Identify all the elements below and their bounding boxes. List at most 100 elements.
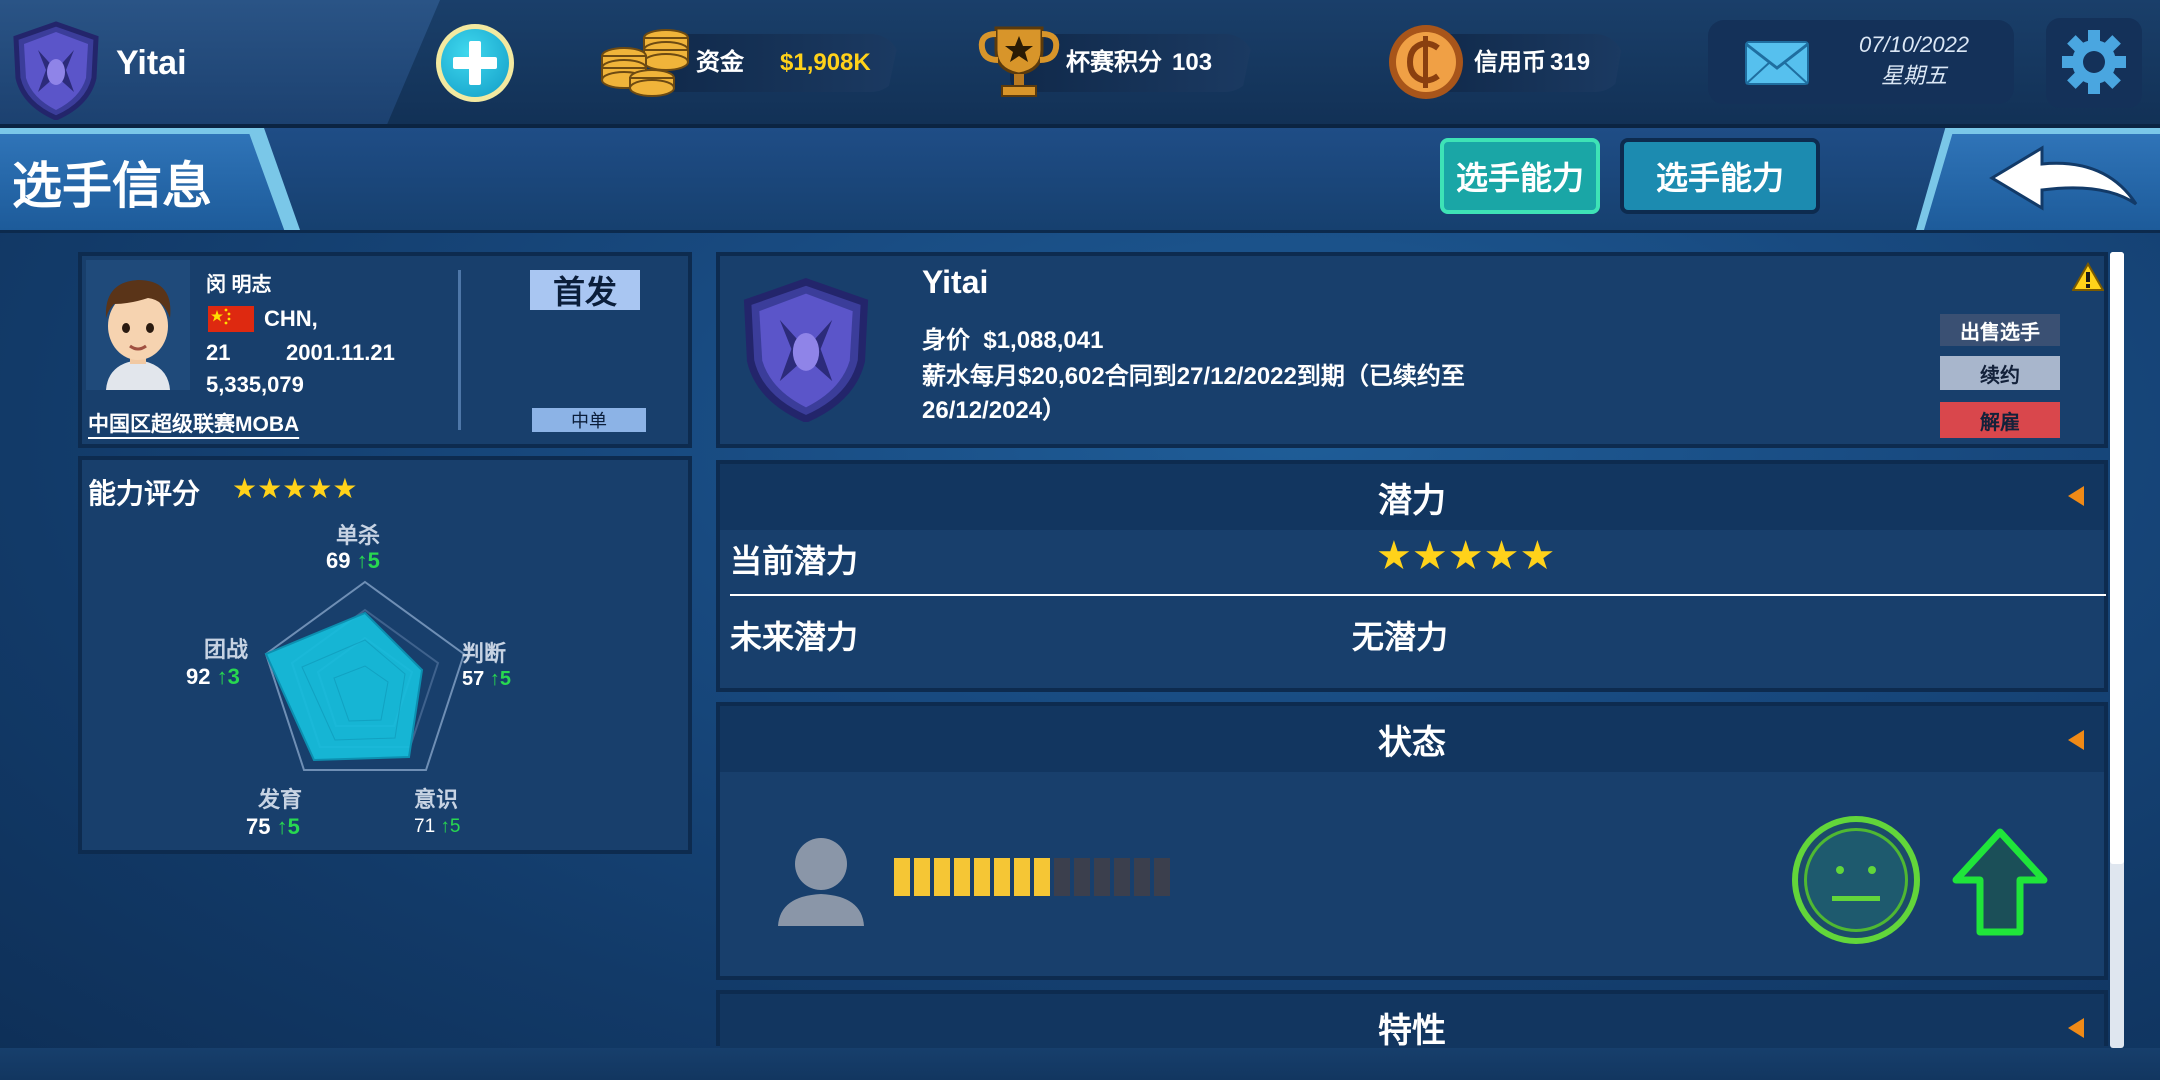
add-icon — [441, 29, 509, 97]
sell-player-button[interactable]: 出售选手 — [1940, 314, 2060, 346]
stat-solo-value: 69 — [326, 548, 351, 573]
salary-line-1: 薪水每月$20,602合同到27/12/2022到期（已续约至 — [922, 363, 1465, 390]
rating-title: 能力评分 — [88, 478, 201, 509]
energy-segment — [1094, 858, 1110, 896]
potential-collapse-icon[interactable] — [2068, 486, 2084, 506]
energy-bar — [894, 858, 1174, 896]
starter-badge: 首发 — [530, 270, 640, 310]
energy-segment — [994, 858, 1010, 896]
header-strip — [0, 128, 2160, 233]
energy-segment — [914, 858, 930, 896]
current-potential-label: 当前潜力 — [730, 543, 859, 579]
card-divider — [458, 270, 461, 430]
league-link[interactable]: 中国区超级联赛MOBA — [88, 408, 299, 438]
potential-header[interactable]: 潜力 — [720, 464, 2104, 530]
stat-teamfight-value: 92 — [186, 664, 211, 689]
energy-segment — [1054, 858, 1070, 896]
stat-farming-delta: 5 — [287, 814, 300, 839]
salary-line-2: 26/12/2024） — [922, 397, 1067, 424]
player-age: 21 — [206, 340, 231, 365]
traits-collapse-icon[interactable] — [2068, 1018, 2084, 1038]
tab-player-ability[interactable]: 选手能力 — [1620, 138, 1820, 214]
stat-solo: 69 ↑5 — [326, 548, 380, 573]
page-title: 选手信息 — [12, 158, 212, 214]
stat-judgement: 57 ↑5 — [462, 668, 511, 690]
status-header[interactable]: 状态 — [720, 706, 2104, 772]
current-potential-stars: ★★★★★ — [1376, 534, 1556, 578]
potential-divider — [730, 594, 2106, 596]
player-birthdate: 2001.11.21 — [286, 340, 395, 365]
stat-label-judgement: 判断 — [462, 641, 507, 666]
energy-segment — [954, 858, 970, 896]
energy-segment — [1114, 858, 1130, 896]
trophy-icon — [976, 22, 1062, 102]
scrollbar-thumb[interactable] — [2110, 252, 2124, 864]
future-potential-value: 无潜力 — [1352, 619, 1449, 655]
player-avatar — [86, 260, 190, 390]
stat-judgement-value: 57 — [462, 668, 485, 690]
release-button[interactable]: 解雇 — [1940, 402, 2060, 438]
person-silhouette-icon — [774, 836, 868, 926]
player-value-label: 身价 — [922, 327, 970, 354]
stat-farming-value: 75 — [246, 814, 271, 839]
player-number: 5,335,079 — [206, 372, 304, 397]
up-arrow-icon — [1950, 826, 2050, 938]
gear-icon — [2062, 30, 2126, 94]
back-button[interactable] — [1916, 128, 2160, 230]
energy-segment — [1134, 858, 1150, 896]
rating-stars: ★★★★★ — [232, 473, 358, 504]
traits-title: 特性 — [1378, 1011, 1446, 1050]
china-flag-icon — [208, 306, 254, 332]
credit-value: 319 — [1550, 49, 1591, 76]
team-shield-icon — [8, 20, 104, 121]
energy-segment — [1014, 858, 1030, 896]
stat-teamfight: 92 ↑3 — [186, 664, 240, 689]
stat-judgement-delta: 5 — [499, 668, 511, 690]
player-name: 闵 明志 — [206, 274, 272, 296]
warning-icon[interactable] — [2071, 261, 2105, 292]
future-potential-label: 未来潜力 — [730, 619, 859, 655]
energy-segment — [974, 858, 990, 896]
cup-value: 103 — [1172, 49, 1213, 76]
stat-label-solo: 单杀 — [336, 523, 381, 548]
add-button[interactable] — [436, 24, 514, 102]
stat-farming: 75 ↑5 — [246, 814, 300, 839]
stat-awareness-delta: 5 — [449, 816, 461, 837]
stat-label-farming: 发育 — [258, 787, 303, 812]
energy-segment — [934, 858, 950, 896]
potential-title: 潜力 — [1378, 481, 1446, 520]
funds-value: $1,908K — [780, 49, 871, 76]
radar-chart — [264, 580, 466, 771]
contract-team-name: Yitai — [922, 264, 989, 300]
bottom-edge — [0, 1048, 2160, 1080]
renew-button[interactable]: 续约 — [1940, 356, 2060, 390]
player-nationality: CHN, — [264, 306, 318, 331]
player-value: 身价 $1,088,041 — [922, 320, 1103, 355]
settings-button[interactable] — [2046, 18, 2142, 108]
neutral-face-icon — [1792, 816, 1920, 944]
status-collapse-icon[interactable] — [2068, 730, 2084, 750]
team-name: Yitai — [116, 44, 187, 82]
tab-player-ability-active[interactable]: 选手能力 — [1440, 138, 1600, 214]
stat-label-teamfight: 团战 — [204, 637, 249, 662]
back-arrow-icon — [1989, 145, 2138, 211]
mail-icon[interactable] — [1744, 38, 1810, 88]
energy-segment — [1034, 858, 1050, 896]
credit-coin-icon — [1386, 22, 1466, 102]
status-title: 状态 — [1378, 723, 1446, 762]
energy-segment — [1074, 858, 1090, 896]
cup-label: 杯赛积分 — [1066, 49, 1162, 76]
coins-icon — [598, 26, 692, 100]
stat-label-awareness: 意识 — [414, 787, 459, 812]
position-badge: 中单 — [532, 408, 646, 432]
energy-segment — [1154, 858, 1170, 896]
stat-teamfight-delta: 3 — [227, 664, 240, 689]
weekday-text: 星期五 — [1880, 63, 1947, 88]
player-value-amount: $1,088,041 — [983, 327, 1104, 354]
stat-awareness: 71 ↑5 — [414, 816, 461, 837]
team-shield-large-icon — [736, 276, 876, 423]
stat-awareness-value: 71 — [414, 816, 436, 837]
energy-segment — [894, 858, 910, 896]
stat-solo-delta: 5 — [367, 548, 380, 573]
funds-label: 资金 — [696, 49, 744, 76]
